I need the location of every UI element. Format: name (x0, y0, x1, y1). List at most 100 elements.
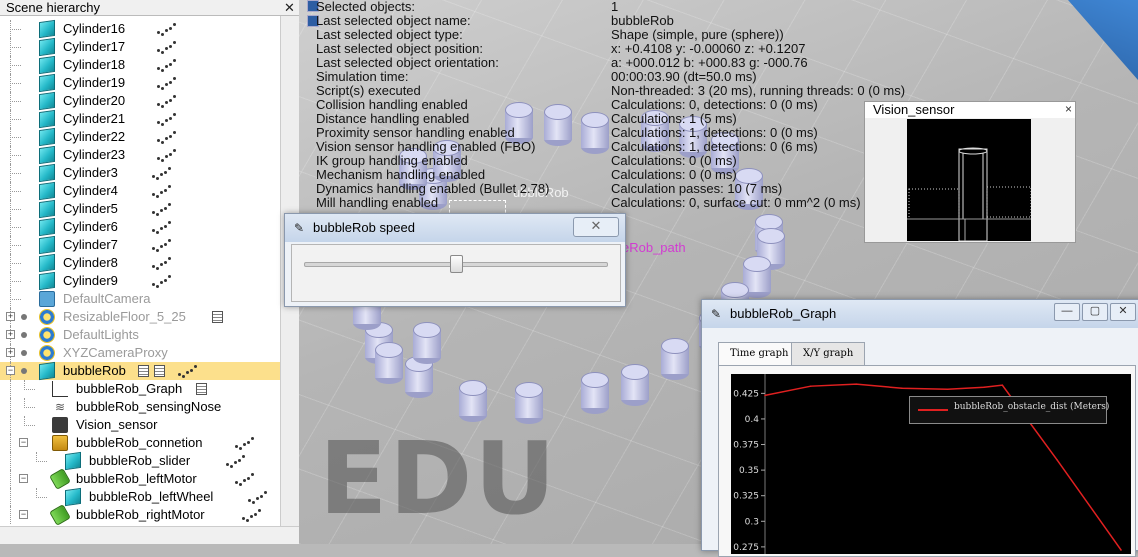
close-icon[interactable]: × (1065, 102, 1072, 116)
hierarchy-row[interactable]: Cylinder7 (0, 235, 280, 255)
script-icon[interactable] (153, 365, 165, 377)
hierarchy-row[interactable]: Cylinder3 (0, 163, 280, 183)
hierarchy-row[interactable]: Cylinder6 (0, 217, 280, 237)
custom-script-icon[interactable] (176, 364, 198, 378)
minimize-button[interactable]: — (1054, 303, 1080, 321)
custom-script-icon[interactable] (150, 166, 172, 180)
speed-dialog-title-text: bubbleRob speed (313, 220, 415, 235)
custom-script-icon[interactable] (150, 256, 172, 270)
custom-script-icon[interactable] (155, 130, 177, 144)
hierarchy-row-label: Cylinder6 (63, 219, 118, 234)
shape-cube-icon (39, 199, 55, 219)
custom-script-icon[interactable] (155, 76, 177, 90)
hierarchy-row[interactable]: DefaultCamera (0, 290, 280, 308)
cylinder-obstacle[interactable] (375, 342, 403, 384)
custom-script-icon[interactable] (240, 508, 262, 522)
hierarchy-row-label: Cylinder3 (63, 165, 118, 180)
shape-cube-icon (39, 55, 55, 75)
close-icon[interactable]: ✕ (283, 1, 296, 14)
vision-sensor-window[interactable]: Vision_sensor × (864, 101, 1076, 243)
hierarchy-row[interactable]: Cylinder8 (0, 253, 280, 273)
expand-toggle-icon[interactable]: − (19, 438, 28, 447)
custom-script-icon[interactable] (150, 184, 172, 198)
hierarchy-row[interactable]: Cylinder23 (0, 145, 280, 165)
cylinder-obstacle[interactable] (661, 338, 689, 380)
cylinder-obstacle[interactable] (459, 380, 487, 422)
custom-script-icon[interactable] (155, 40, 177, 54)
hierarchy-row[interactable]: − bubbleRob_rightMotor (0, 504, 280, 526)
expand-toggle-icon[interactable]: + (6, 348, 15, 357)
hierarchy-row[interactable]: Cylinder9 (0, 271, 280, 291)
tree-line (10, 416, 11, 434)
hierarchy-row[interactable]: Vision_sensor (0, 416, 280, 434)
info-value: 00:00:03.90 (dt=50.0 ms) (611, 69, 757, 84)
expand-toggle-icon[interactable]: − (6, 366, 15, 375)
custom-script-icon[interactable] (150, 202, 172, 216)
tab-xy-graph[interactable]: X/Y graph (791, 342, 866, 366)
custom-script-icon[interactable] (150, 238, 172, 252)
cylinder-obstacle[interactable] (581, 372, 609, 414)
hierarchy-row[interactable]: Cylinder5 (0, 199, 280, 219)
expand-toggle-icon[interactable]: + (6, 330, 15, 339)
custom-script-icon[interactable] (233, 472, 255, 486)
shape-cube-icon (39, 145, 55, 165)
series-point (983, 386, 985, 389)
hierarchy-row[interactable]: + XYZCameraProxy (0, 344, 280, 362)
hierarchy-row-label: Cylinder16 (63, 21, 126, 36)
custom-script-icon[interactable] (155, 112, 177, 126)
expand-toggle-icon[interactable]: − (19, 510, 28, 519)
hierarchy-row[interactable]: Cylinder18 (0, 55, 280, 75)
custom-script-icon[interactable] (150, 274, 172, 288)
script-icon[interactable] (196, 383, 207, 395)
close-button[interactable]: ✕ (573, 217, 619, 237)
maximize-button[interactable]: ▢ (1082, 303, 1108, 321)
hierarchy-row[interactable]: bubbleRob_leftWheel (0, 487, 280, 507)
hierarchy-row[interactable]: ≋ bubbleRob_sensingNose (0, 398, 280, 416)
custom-script-icon[interactable] (155, 94, 177, 108)
custom-script-icon[interactable] (246, 490, 268, 504)
hierarchy-row[interactable]: + DefaultLights (0, 326, 280, 344)
close-button[interactable]: ✕ (1110, 303, 1136, 321)
vision-sensor-title: Vision_sensor (865, 102, 1075, 118)
cylinder-obstacle[interactable] (413, 322, 441, 364)
cylinder-obstacle[interactable] (544, 104, 572, 146)
cylinder-obstacle[interactable] (621, 364, 649, 406)
script-icon[interactable] (137, 365, 149, 377)
hierarchy-row[interactable]: Cylinder20 (0, 91, 280, 111)
script-icon[interactable] (211, 311, 223, 323)
hierarchy-row-label: bubbleRob_rightMotor (76, 507, 205, 522)
hierarchy-row-label: Cylinder22 (63, 129, 126, 144)
horizontal-scrollbar[interactable] (0, 526, 299, 544)
custom-script-icon[interactable] (224, 454, 246, 468)
hierarchy-row[interactable]: Cylinder4 (0, 181, 280, 201)
edu-watermark: EDU (319, 420, 558, 537)
custom-script-icon[interactable] (150, 220, 172, 234)
cylinder-obstacle[interactable] (581, 112, 609, 154)
expand-toggle-icon[interactable]: + (6, 312, 15, 321)
custom-script-icon[interactable] (155, 22, 177, 36)
hierarchy-row[interactable]: Cylinder21 (0, 109, 280, 129)
hierarchy-row[interactable]: bubbleRob_slider (0, 451, 280, 471)
hierarchy-row[interactable]: Cylinder16 (0, 19, 280, 39)
custom-script-icon[interactable] (233, 436, 255, 450)
expand-toggle-icon[interactable]: − (19, 474, 28, 483)
speed-slider-thumb[interactable] (450, 255, 463, 273)
time-graph-plot[interactable]: 0.425 0.4 0.375 0.35 0.325 0.3 0.275 bubbleRob… (731, 374, 1131, 554)
cylinder-obstacle[interactable] (515, 382, 543, 424)
hierarchy-row[interactable]: − bubbleRob_connetion (0, 434, 280, 452)
hierarchy-row[interactable]: Cylinder17 (0, 37, 280, 57)
tab-time-graph[interactable]: Time graph (718, 342, 801, 367)
tree-line (10, 488, 11, 506)
hierarchy-row-label: bubbleRob (63, 363, 126, 378)
layer-bullet-icon (21, 350, 27, 356)
hierarchy-row[interactable]: − bubbleRob (0, 361, 280, 381)
hierarchy-row[interactable]: − bubbleRob_leftMotor (0, 468, 280, 490)
hierarchy-row[interactable]: Cylinder22 (0, 127, 280, 147)
hierarchy-row[interactable]: + ResizableFloor_5_25 (0, 308, 280, 326)
custom-script-icon[interactable] (155, 58, 177, 72)
hierarchy-row[interactable]: bubbleRob_Graph (0, 380, 280, 398)
speed-dialog[interactable]: ✎ bubbleRob speed ✕ (284, 213, 626, 307)
custom-script-icon[interactable] (155, 148, 177, 162)
hierarchy-row[interactable]: Cylinder19 (0, 73, 280, 93)
graph-window[interactable]: ✎ bubbleRob_Graph — ▢ ✕ Time graph X/Y g… (701, 299, 1138, 557)
